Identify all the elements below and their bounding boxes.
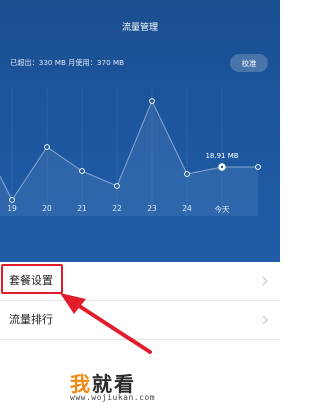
chart-point xyxy=(184,171,190,177)
chart-x-tick-label: 19 xyxy=(7,204,17,213)
menu-item-label: 流量排行 xyxy=(9,313,53,326)
chart-x-tick-label: 20 xyxy=(42,204,52,213)
traffic-header-panel: 流量管理 已超出：330 MB 月使用：370 MB 校准 18.91 MB 1… xyxy=(0,0,280,262)
annotation-highlight-box xyxy=(1,264,63,294)
app-screen: 流量管理 已超出：330 MB 月使用：370 MB 校准 18.91 MB 1… xyxy=(0,0,280,420)
usage-summary: 已超出：330 MB 月使用：370 MB xyxy=(10,58,125,67)
chart-x-tick-label: 24 xyxy=(182,204,192,213)
chevron-right-icon xyxy=(262,276,268,286)
chart-x-tick-label: 21 xyxy=(77,204,87,213)
chart-x-tick-label: 22 xyxy=(112,204,122,213)
chart-point xyxy=(9,197,15,203)
calibrate-button[interactable]: 校准 xyxy=(230,54,268,72)
chart-x-tick-label: 23 xyxy=(147,204,157,213)
traffic-line-chart: 18.91 MB xyxy=(0,88,261,216)
chart-point xyxy=(44,144,50,150)
menu-item-traffic-ranking[interactable]: 流量排行 xyxy=(0,301,280,339)
page-title: 流量管理 xyxy=(121,23,158,33)
chart-point xyxy=(149,98,155,104)
chart-x-tick-label: 今天 xyxy=(214,205,230,214)
chart-point xyxy=(255,164,261,170)
chart-highlight-label: 18.91 MB xyxy=(205,152,238,160)
chevron-right-icon xyxy=(262,315,268,325)
watermark-url: www.wojiukan.com xyxy=(70,393,156,402)
chart-point-center xyxy=(220,165,224,169)
chart-point xyxy=(79,168,85,174)
chart-point xyxy=(114,183,120,189)
watermark: 我就看 www.wojiukan.com xyxy=(70,368,220,414)
